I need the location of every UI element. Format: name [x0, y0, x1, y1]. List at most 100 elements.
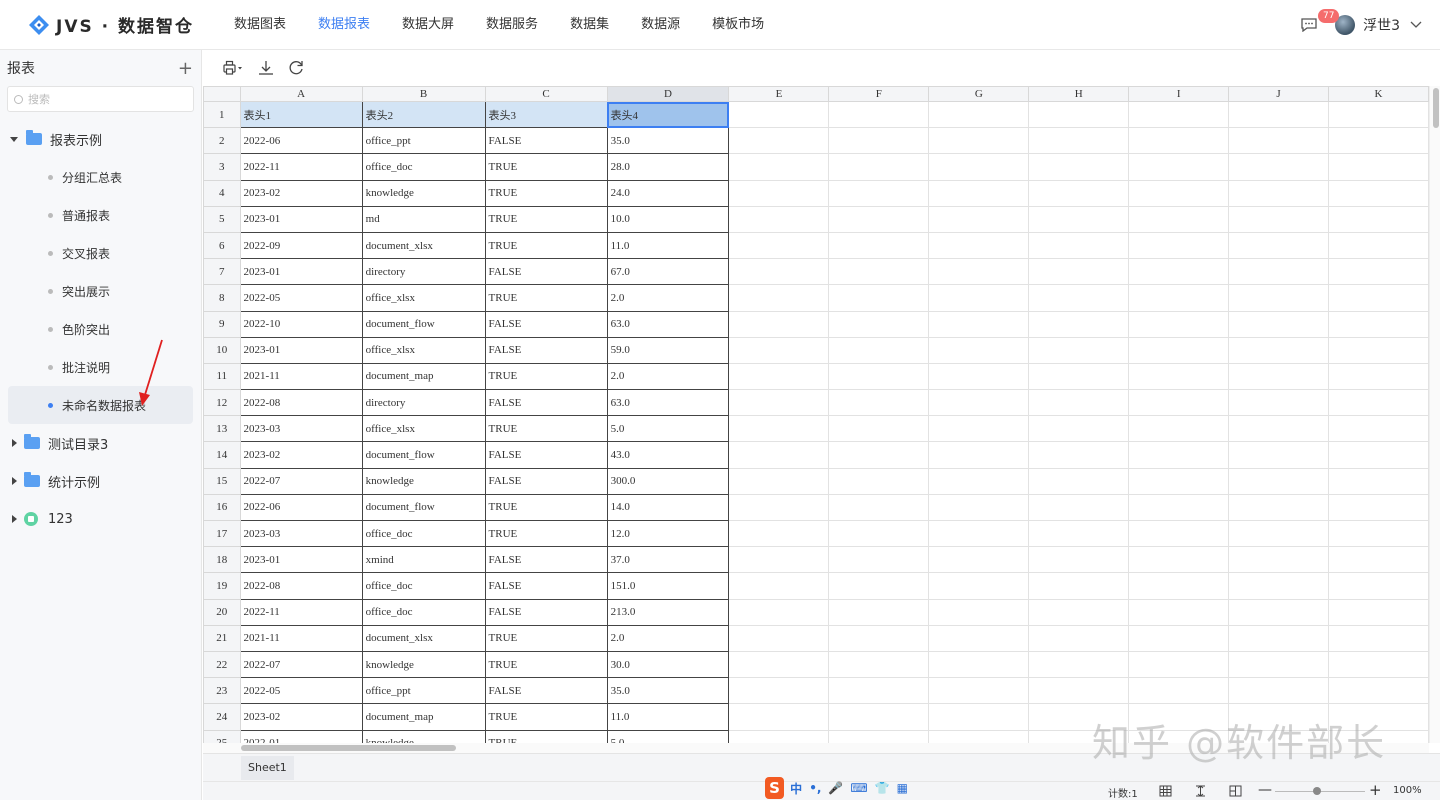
sheet-cell[interactable] — [1028, 258, 1130, 286]
sheet-cell[interactable] — [1228, 677, 1329, 705]
sheet-cell[interactable]: 2022-08 — [239, 389, 363, 417]
chevron-down-icon[interactable] — [1410, 21, 1422, 29]
sheet-cell[interactable] — [1028, 205, 1130, 233]
sheet-cell[interactable]: document_xlsx — [361, 231, 486, 260]
sheet-cell[interactable] — [828, 231, 930, 260]
page-break-view-icon[interactable] — [1194, 785, 1207, 797]
sheet-cell[interactable] — [728, 362, 830, 391]
row-number[interactable]: 16 — [203, 493, 241, 522]
sheet-cell[interactable] — [1028, 284, 1130, 312]
sheet-cell[interactable] — [1327, 205, 1429, 233]
sheet-cell[interactable] — [1327, 677, 1429, 705]
sheet-cell[interactable] — [828, 127, 930, 155]
normal-view-icon[interactable] — [1159, 785, 1172, 797]
sheet-cell[interactable]: 67.0 — [606, 258, 730, 286]
sheet-cell[interactable]: 11.0 — [606, 231, 730, 260]
row-number[interactable]: 19 — [203, 572, 241, 600]
tree-leaf-cross-report[interactable]: 交叉报表 — [8, 234, 193, 272]
sheet-cell[interactable]: 2.0 — [606, 624, 730, 652]
column-header[interactable]: J — [1228, 86, 1329, 102]
sheet-cell[interactable] — [1327, 362, 1429, 391]
sheet-cell[interactable] — [928, 258, 1030, 286]
sheet-cell[interactable]: 表头1 — [239, 100, 363, 129]
sheet-cell[interactable] — [928, 362, 1030, 391]
sheet-cell[interactable] — [1028, 467, 1130, 495]
sheet-cell[interactable] — [828, 677, 930, 705]
page-layout-view-icon[interactable] — [1229, 785, 1242, 797]
sheet-cell[interactable] — [1028, 493, 1130, 522]
sheet-cell[interactable]: 5.0 — [606, 415, 730, 443]
sheet-cell[interactable] — [728, 284, 830, 312]
sheet-cell[interactable] — [1327, 415, 1429, 443]
sheet-cell[interactable] — [1128, 598, 1230, 626]
sheet-cell[interactable] — [828, 519, 930, 548]
sheet-cell[interactable]: 213.0 — [606, 598, 730, 626]
row-number[interactable]: 11 — [203, 362, 241, 391]
sheet-cell[interactable] — [1128, 389, 1230, 417]
ime-chinese-mode[interactable]: 中 — [790, 780, 802, 797]
sheet-cell[interactable] — [1128, 467, 1230, 495]
sheet-cell[interactable] — [1327, 284, 1429, 312]
sheet-cell[interactable] — [1228, 546, 1329, 574]
sheet-cell[interactable]: TRUE — [484, 284, 608, 312]
sheet-cell[interactable] — [1327, 153, 1429, 181]
sheet-cell[interactable] — [1327, 100, 1429, 129]
sheet-cell[interactable] — [1327, 572, 1429, 600]
sheet-cell[interactable] — [728, 153, 830, 181]
sheet-cell[interactable] — [828, 467, 930, 495]
sheet-cell[interactable]: 43.0 — [606, 441, 730, 469]
sheet-cell[interactable] — [728, 729, 830, 743]
sheet-cell[interactable] — [1327, 336, 1429, 364]
ime-punctuation-icon[interactable]: •, — [809, 781, 821, 795]
sheet-cell[interactable] — [728, 127, 830, 155]
sheet-cell[interactable]: 37.0 — [606, 546, 730, 574]
sheet-cell[interactable] — [1128, 205, 1230, 233]
sheet-cell[interactable]: 2022-06 — [239, 493, 363, 522]
sheet-cell[interactable] — [728, 100, 830, 129]
row-number[interactable]: 5 — [203, 205, 241, 233]
refresh-icon[interactable] — [287, 59, 305, 77]
sheet-cell[interactable]: directory — [361, 389, 486, 417]
sheet-cell[interactable]: 2022-05 — [239, 284, 363, 312]
sheet-cell[interactable]: 12.0 — [606, 519, 730, 548]
sheet-cell[interactable] — [1028, 362, 1130, 391]
sheet-cell[interactable]: document_flow — [361, 493, 486, 522]
sheet-cell[interactable]: TRUE — [484, 415, 608, 443]
sheet-cell[interactable] — [1228, 415, 1329, 443]
sheet-cell[interactable] — [1228, 179, 1329, 207]
column-header[interactable]: C — [484, 86, 608, 102]
sheet-cell[interactable] — [1028, 598, 1130, 626]
nav-item-template-market[interactable]: 模板市场 — [696, 0, 780, 50]
sheet-cell[interactable]: office_xlsx — [361, 415, 486, 443]
sheet-cell[interactable] — [1228, 493, 1329, 522]
tree-leaf-normal-report[interactable]: 普通报表 — [8, 196, 193, 234]
sheet-cell[interactable] — [828, 284, 930, 312]
sheet-cell[interactable]: 2022-07 — [239, 650, 363, 679]
sheet-cell[interactable] — [1128, 284, 1230, 312]
sheet-cell[interactable] — [728, 441, 830, 469]
sheet-cell[interactable] — [928, 100, 1030, 129]
sheet-cell[interactable] — [728, 546, 830, 574]
sheet-cell[interactable] — [828, 310, 930, 338]
sheet-cell[interactable] — [928, 389, 1030, 417]
sheet-cell[interactable] — [728, 205, 830, 233]
sheet-cell[interactable] — [828, 650, 930, 679]
row-number[interactable]: 2 — [203, 127, 241, 155]
ime-skin-icon[interactable]: 👕 — [875, 781, 890, 795]
sheet-cell[interactable] — [1028, 677, 1130, 705]
sheet-cell[interactable] — [1128, 127, 1230, 155]
sheet-cell[interactable]: 2022-01 — [239, 729, 363, 743]
sheet-cell[interactable] — [1128, 231, 1230, 260]
sheet-cell[interactable] — [728, 650, 830, 679]
nav-item-data-service[interactable]: 数据服务 — [470, 0, 554, 50]
sheet-cell[interactable]: 2023-02 — [239, 441, 363, 469]
sheet-cell[interactable] — [828, 205, 930, 233]
row-number[interactable]: 21 — [203, 624, 241, 652]
sheet-cell[interactable]: 2023-01 — [239, 546, 363, 574]
sheet-cell[interactable] — [828, 362, 930, 391]
row-number[interactable]: 6 — [203, 231, 241, 260]
sheet-cell[interactable] — [828, 546, 930, 574]
sheet-cell[interactable]: document_map — [361, 362, 486, 391]
sheet-cell[interactable] — [1028, 127, 1130, 155]
sheet-cell[interactable] — [728, 624, 830, 652]
